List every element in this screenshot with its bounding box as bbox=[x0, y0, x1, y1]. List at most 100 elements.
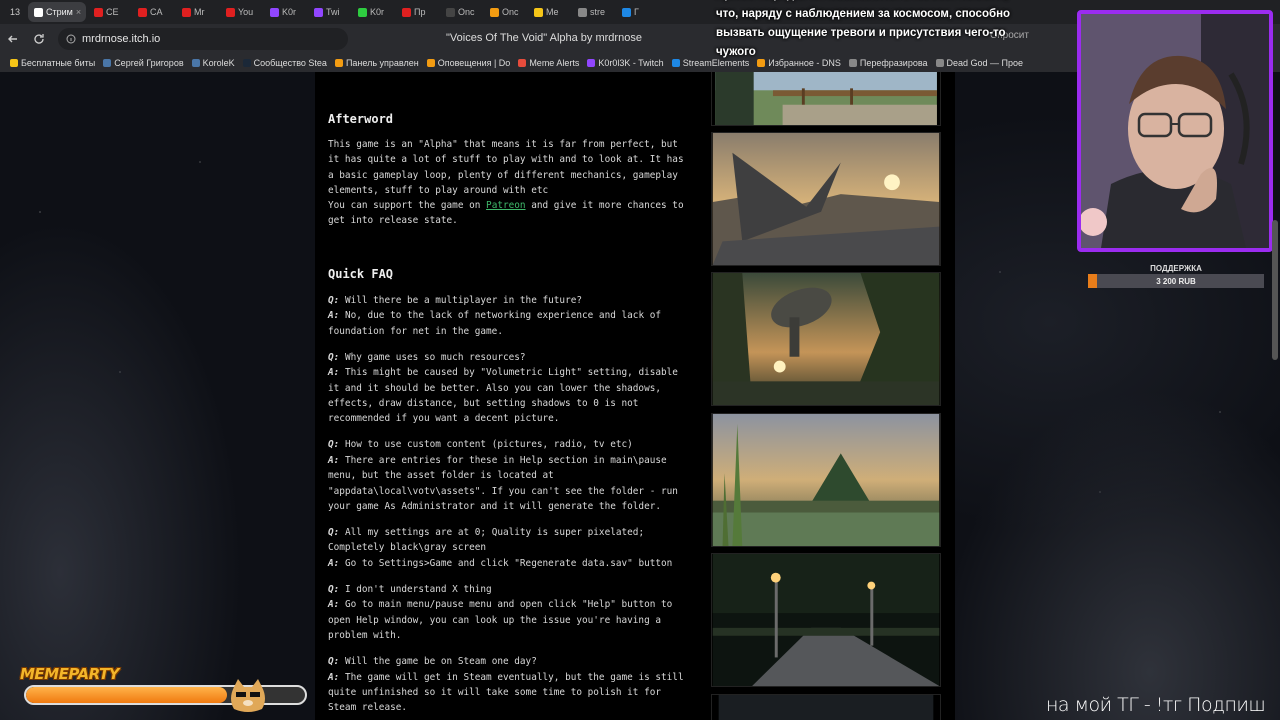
faq-item: Q: How to use custom content (pictures, … bbox=[328, 437, 698, 514]
answer-prefix: A: bbox=[328, 671, 340, 683]
faq-question-line: Q: Will there be a multiplayer in the fu… bbox=[328, 293, 698, 308]
question-text: I don't understand X thing bbox=[339, 583, 492, 595]
bookmark-item[interactable]: Meme Alerts bbox=[518, 58, 579, 68]
browser-tab[interactable]: K0r bbox=[264, 2, 306, 22]
answer-text: effects, draw distance, but setting shad… bbox=[328, 398, 639, 410]
tab-label: Mr bbox=[194, 7, 205, 17]
bookmark-item[interactable]: K0r0l3K - Twitch bbox=[587, 58, 664, 68]
tab-favicon-icon bbox=[622, 7, 631, 17]
afterword-line: This game is an "Alpha" that means it is… bbox=[328, 139, 678, 150]
bookmark-item[interactable]: KoroleK bbox=[191, 58, 235, 68]
close-tab-icon[interactable]: × bbox=[76, 7, 81, 17]
game-screenshot-1[interactable] bbox=[711, 72, 941, 126]
answer-text: The game will get in Steam eventually, b… bbox=[339, 671, 684, 683]
faq-question-line: Q: Will the game be on Steam one day? bbox=[328, 654, 698, 669]
faq-answer-line: quite unfinished so it will take some ti… bbox=[328, 685, 698, 700]
url-text: mrdrnose.itch.io bbox=[82, 33, 161, 45]
question-prefix: Q: bbox=[328, 583, 340, 595]
memeparty-progress-fill bbox=[26, 687, 227, 703]
caption-line: что, наряду с наблюдением за космосом, с… bbox=[716, 8, 1011, 20]
support-text: You can support the game on Patreon and … bbox=[328, 198, 698, 229]
tab-label: You bbox=[238, 7, 254, 17]
question-text: Completely black\gray screen bbox=[328, 542, 487, 554]
game-screenshot-5[interactable] bbox=[711, 553, 941, 687]
browser-tab[interactable]: You bbox=[220, 2, 262, 22]
question-text: All my settings are at 0; Quality is sup… bbox=[339, 527, 645, 539]
support-line2: get into release state. bbox=[328, 215, 458, 227]
bookmark-label: Бесплатные биты bbox=[21, 58, 96, 68]
faq-answer-line: A: This might be caused by "Volumetric L… bbox=[328, 365, 698, 380]
faq-item: Q: All my settings are at 0; Quality is … bbox=[328, 525, 698, 571]
browser-tab[interactable]: K0r bbox=[352, 2, 394, 22]
bookmark-favicon-icon bbox=[334, 59, 343, 67]
faq-answer-line: Steam release. bbox=[328, 700, 698, 715]
faq-answer-line: A: Go to main menu/pause menu and open c… bbox=[328, 597, 698, 612]
game-screenshot-4[interactable] bbox=[711, 413, 941, 547]
faq-heading: Quick FAQ bbox=[328, 267, 394, 281]
browser-tab[interactable]: stre bbox=[572, 2, 614, 22]
tab-favicon-icon bbox=[226, 7, 235, 17]
browser-tab[interactable]: Onc bbox=[440, 2, 482, 22]
tab-favicon-icon bbox=[94, 7, 103, 17]
browser-tab[interactable]: Mr bbox=[176, 2, 218, 22]
answer-prefix: A: bbox=[328, 367, 340, 379]
site-info-icon[interactable] bbox=[66, 34, 76, 44]
browser-tab[interactable]: Onc bbox=[484, 2, 526, 22]
bookmark-label: Meme Alerts bbox=[529, 58, 580, 68]
caption-line: чужого bbox=[716, 46, 756, 58]
bookmark-item[interactable]: Оповещения | Do bbox=[426, 58, 511, 68]
game-screenshot-2[interactable] bbox=[711, 132, 941, 266]
tab-favicon-icon bbox=[358, 7, 367, 17]
bookmark-item[interactable]: Панель управлен bbox=[334, 58, 419, 68]
bookmark-label: K0r0l3K - Twitch bbox=[598, 58, 664, 68]
tab-count-badge[interactable]: 13 bbox=[4, 3, 26, 21]
support-suffix: and give it more chances to bbox=[525, 200, 684, 211]
afterword-line: it has quite a lot of stuff to play with… bbox=[328, 154, 684, 166]
tab-label: CA bbox=[150, 7, 163, 17]
tab-favicon-icon bbox=[34, 7, 43, 17]
faq-question-line: Q: Why game uses so much resources? bbox=[328, 350, 698, 365]
faq-question-line: Q: I don't understand X thing bbox=[328, 582, 698, 597]
support-prefix: You can support the game on bbox=[328, 200, 487, 211]
reload-button[interactable] bbox=[26, 26, 52, 52]
back-button[interactable] bbox=[0, 26, 26, 52]
answer-text: it and it should be better. Also you can… bbox=[328, 382, 662, 394]
marquee-text: на мой ТГ - !тг Подпиш bbox=[1046, 694, 1266, 716]
bookmark-favicon-icon bbox=[103, 59, 112, 67]
browser-tab[interactable]: Twi bbox=[308, 2, 350, 22]
faq-answer-line: open Help window, you can look up the is… bbox=[328, 613, 698, 628]
afterword-heading: Afterword bbox=[328, 112, 394, 126]
answer-text: There are entries for these in Help sect… bbox=[339, 454, 667, 466]
game-screenshot-6[interactable] bbox=[711, 694, 941, 720]
answer-text: problem with. bbox=[328, 630, 402, 642]
browser-tab[interactable]: Пр bbox=[396, 2, 438, 22]
answer-text: Go to main menu/pause menu and open clic… bbox=[339, 599, 673, 611]
tab-label: Onc bbox=[458, 7, 475, 17]
browser-tab[interactable]: Г bbox=[616, 2, 658, 22]
patreon-link[interactable]: Patreon bbox=[486, 200, 526, 211]
bookmark-item[interactable]: Сообщество Stea bbox=[242, 58, 327, 68]
bookmark-favicon-icon bbox=[587, 59, 596, 67]
answer-text: menu, but the asset folder is located at bbox=[328, 470, 554, 482]
tab-label: Twi bbox=[326, 7, 340, 17]
bookmark-item[interactable]: Бесплатные биты bbox=[10, 58, 95, 68]
page-scrollbar[interactable] bbox=[1272, 220, 1278, 360]
tab-favicon-icon bbox=[534, 7, 543, 17]
tab-label: Г bbox=[634, 7, 639, 17]
bookmark-label: Оповещения | Do bbox=[437, 58, 511, 68]
browser-tab[interactable]: CA bbox=[132, 2, 174, 22]
address-bar[interactable]: mrdrnose.itch.io bbox=[58, 28, 348, 50]
bookmark-item[interactable]: Сергей Григоров bbox=[103, 58, 184, 68]
bookmark-favicon-icon bbox=[518, 59, 527, 67]
question-prefix: Q: bbox=[328, 295, 340, 306]
answer-text: open Help window, you can look up the is… bbox=[328, 614, 662, 626]
streamer-cam-image bbox=[1081, 14, 1269, 248]
faq-answer-line: A: No, due to the lack of networking exp… bbox=[328, 308, 698, 323]
faq-question-line: Completely black\gray screen bbox=[328, 540, 698, 555]
answer-text: This might be caused by "Volumetric Ligh… bbox=[339, 367, 678, 379]
browser-tab[interactable]: Me bbox=[528, 2, 570, 22]
browser-tab[interactable]: Стрим × bbox=[28, 2, 86, 22]
game-screenshot-3[interactable] bbox=[711, 272, 941, 406]
afterword-text: This game is an "Alpha" that means it is… bbox=[328, 137, 698, 199]
browser-tab[interactable]: CE bbox=[88, 2, 130, 22]
